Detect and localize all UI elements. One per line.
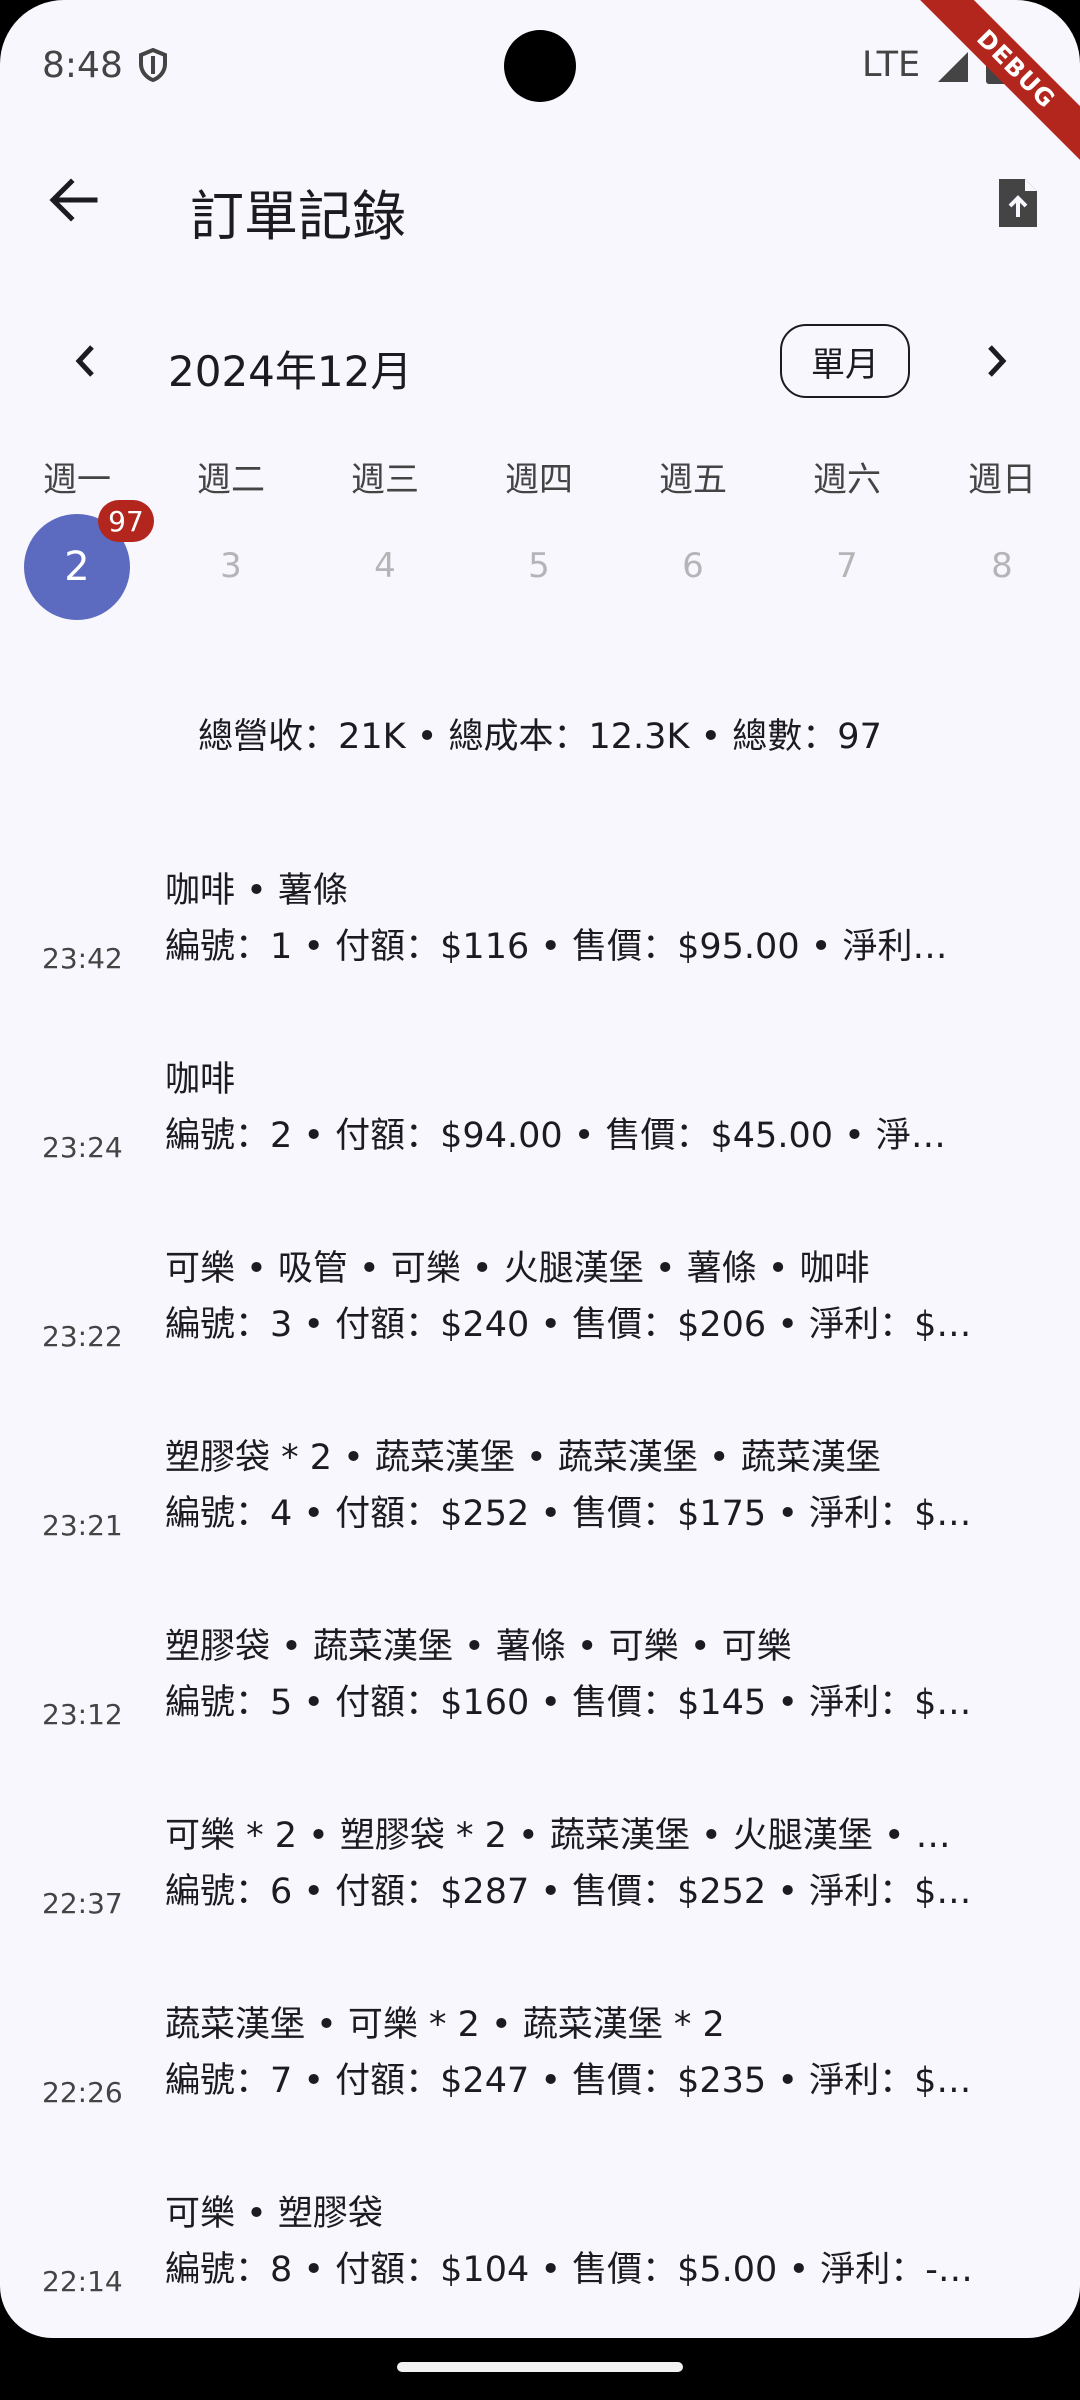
order-row[interactable]: 22:26 蔬菜漢堡 • 可樂 * 2 • 蔬菜漢堡 * 2 編號：7 • 付額… bbox=[0, 1998, 1080, 2187]
order-row[interactable]: 23:21 塑膠袋 * 2 • 蔬菜漢堡 • 蔬菜漢堡 • 蔬菜漢堡 編號：4 … bbox=[0, 1431, 1080, 1620]
weekday-label: 週三 bbox=[351, 460, 419, 500]
signal-icon bbox=[936, 50, 970, 88]
status-time: 8:48 bbox=[42, 45, 123, 86]
order-row[interactable]: 23:22 可樂 • 吸管 • 可樂 • 火腿漢堡 • 薯條 • 咖啡 編號：3… bbox=[0, 1242, 1080, 1431]
order-items: 咖啡 bbox=[165, 1060, 236, 1100]
weekday-label: 週一 bbox=[43, 460, 111, 500]
back-button[interactable] bbox=[42, 170, 106, 234]
weekday-label: 週二 bbox=[197, 460, 265, 500]
weekday-label: 週五 bbox=[659, 460, 727, 500]
page-title: 訂單記錄 bbox=[190, 185, 406, 248]
order-time: 23:24 bbox=[42, 1131, 123, 1164]
calendar-day[interactable]: 7 bbox=[787, 546, 907, 586]
order-items: 咖啡 • 薯條 bbox=[165, 871, 348, 911]
arrow-left-icon bbox=[49, 178, 99, 226]
order-detail: 編號：2 • 付額：$94.00 • 售價：$45.00 • 淨… bbox=[165, 1116, 946, 1156]
previous-month-button[interactable] bbox=[58, 336, 112, 390]
order-row[interactable]: 23:12 塑膠袋 • 蔬菜漢堡 • 薯條 • 可樂 • 可樂 編號：5 • 付… bbox=[0, 1620, 1080, 1809]
shield-icon bbox=[138, 47, 168, 86]
order-history-page: 8:48 LTE DEBUG 訂單記錄 2024年12月 單月 週一 週二 週三… bbox=[0, 0, 1080, 2338]
order-time: 23:22 bbox=[42, 1320, 123, 1353]
order-row[interactable]: 22:14 可樂 • 塑膠袋 編號：8 • 付額：$104 • 售價：$5.00… bbox=[0, 2187, 1080, 2338]
order-items: 蔬菜漢堡 • 可樂 * 2 • 蔬菜漢堡 * 2 bbox=[165, 2005, 725, 2045]
order-detail: 編號：4 • 付額：$252 • 售價：$175 • 淨利：$… bbox=[165, 1494, 972, 1534]
calendar-day[interactable]: 5 bbox=[479, 546, 599, 586]
order-items: 塑膠袋 * 2 • 蔬菜漢堡 • 蔬菜漢堡 • 蔬菜漢堡 bbox=[165, 1438, 881, 1478]
order-items: 塑膠袋 • 蔬菜漢堡 • 薯條 • 可樂 • 可樂 bbox=[165, 1627, 792, 1667]
file-upload-icon bbox=[995, 175, 1041, 235]
gesture-nav-handle[interactable] bbox=[397, 2362, 683, 2372]
order-row[interactable]: 23:24 咖啡 編號：2 • 付額：$94.00 • 售價：$45.00 • … bbox=[0, 1053, 1080, 1242]
order-time: 23:21 bbox=[42, 1509, 123, 1542]
calendar-day[interactable]: 6 bbox=[633, 546, 753, 586]
chevron-left-icon bbox=[73, 343, 97, 383]
order-time: 22:37 bbox=[42, 1887, 123, 1920]
order-row[interactable]: 22:37 可樂 * 2 • 塑膠袋 * 2 • 蔬菜漢堡 • 火腿漢堡 • …… bbox=[0, 1809, 1080, 1998]
order-detail: 編號：5 • 付額：$160 • 售價：$145 • 淨利：$… bbox=[165, 1683, 972, 1723]
range-mode-chip[interactable]: 單月 bbox=[780, 324, 910, 398]
order-detail: 編號：3 • 付額：$240 • 售價：$206 • 淨利：$… bbox=[165, 1305, 972, 1345]
order-detail: 編號：6 • 付額：$287 • 售價：$252 • 淨利：$… bbox=[165, 1872, 972, 1912]
order-count-badge: 97 bbox=[98, 500, 154, 542]
weekday-label: 週六 bbox=[813, 460, 881, 500]
calendar-day[interactable]: 8 bbox=[942, 546, 1062, 586]
chevron-right-icon bbox=[985, 343, 1009, 383]
order-items: 可樂 • 吸管 • 可樂 • 火腿漢堡 • 薯條 • 咖啡 bbox=[165, 1249, 870, 1289]
phone-screen: 8:48 LTE DEBUG 訂單記錄 2024年12月 單月 週一 週二 週三… bbox=[0, 0, 1080, 2400]
order-items: 可樂 * 2 • 塑膠袋 * 2 • 蔬菜漢堡 • 火腿漢堡 • … bbox=[165, 1816, 951, 1856]
order-items: 可樂 • 塑膠袋 bbox=[165, 2194, 383, 2234]
order-detail: 編號：1 • 付額：$116 • 售價：$95.00 • 淨利… bbox=[165, 927, 948, 967]
order-row[interactable]: 23:42 咖啡 • 薯條 編號：1 • 付額：$116 • 售價：$95.00… bbox=[0, 864, 1080, 1053]
order-detail: 編號：7 • 付額：$247 • 售價：$235 • 淨利：$… bbox=[165, 2061, 972, 2101]
network-type: LTE bbox=[862, 45, 921, 85]
next-month-button[interactable] bbox=[970, 336, 1024, 390]
order-detail: 編號：8 • 付額：$104 • 售價：$5.00 • 淨利：-… bbox=[165, 2250, 973, 2290]
calendar-day[interactable]: 3 bbox=[171, 546, 291, 586]
calendar-day[interactable]: 4 bbox=[325, 546, 445, 586]
order-time: 23:12 bbox=[42, 1698, 123, 1731]
order-time: 23:42 bbox=[42, 942, 123, 975]
daily-summary: 總營收：21K • 總成本：12.3K • 總數：97 bbox=[198, 717, 882, 757]
weekday-label: 週四 bbox=[505, 460, 573, 500]
month-label: 2024年12月 bbox=[168, 347, 413, 396]
order-time: 22:26 bbox=[42, 2076, 123, 2109]
camera-cutout bbox=[504, 30, 576, 102]
export-button[interactable] bbox=[986, 170, 1050, 240]
weekday-label: 週日 bbox=[968, 460, 1036, 500]
order-time: 22:14 bbox=[42, 2265, 123, 2298]
